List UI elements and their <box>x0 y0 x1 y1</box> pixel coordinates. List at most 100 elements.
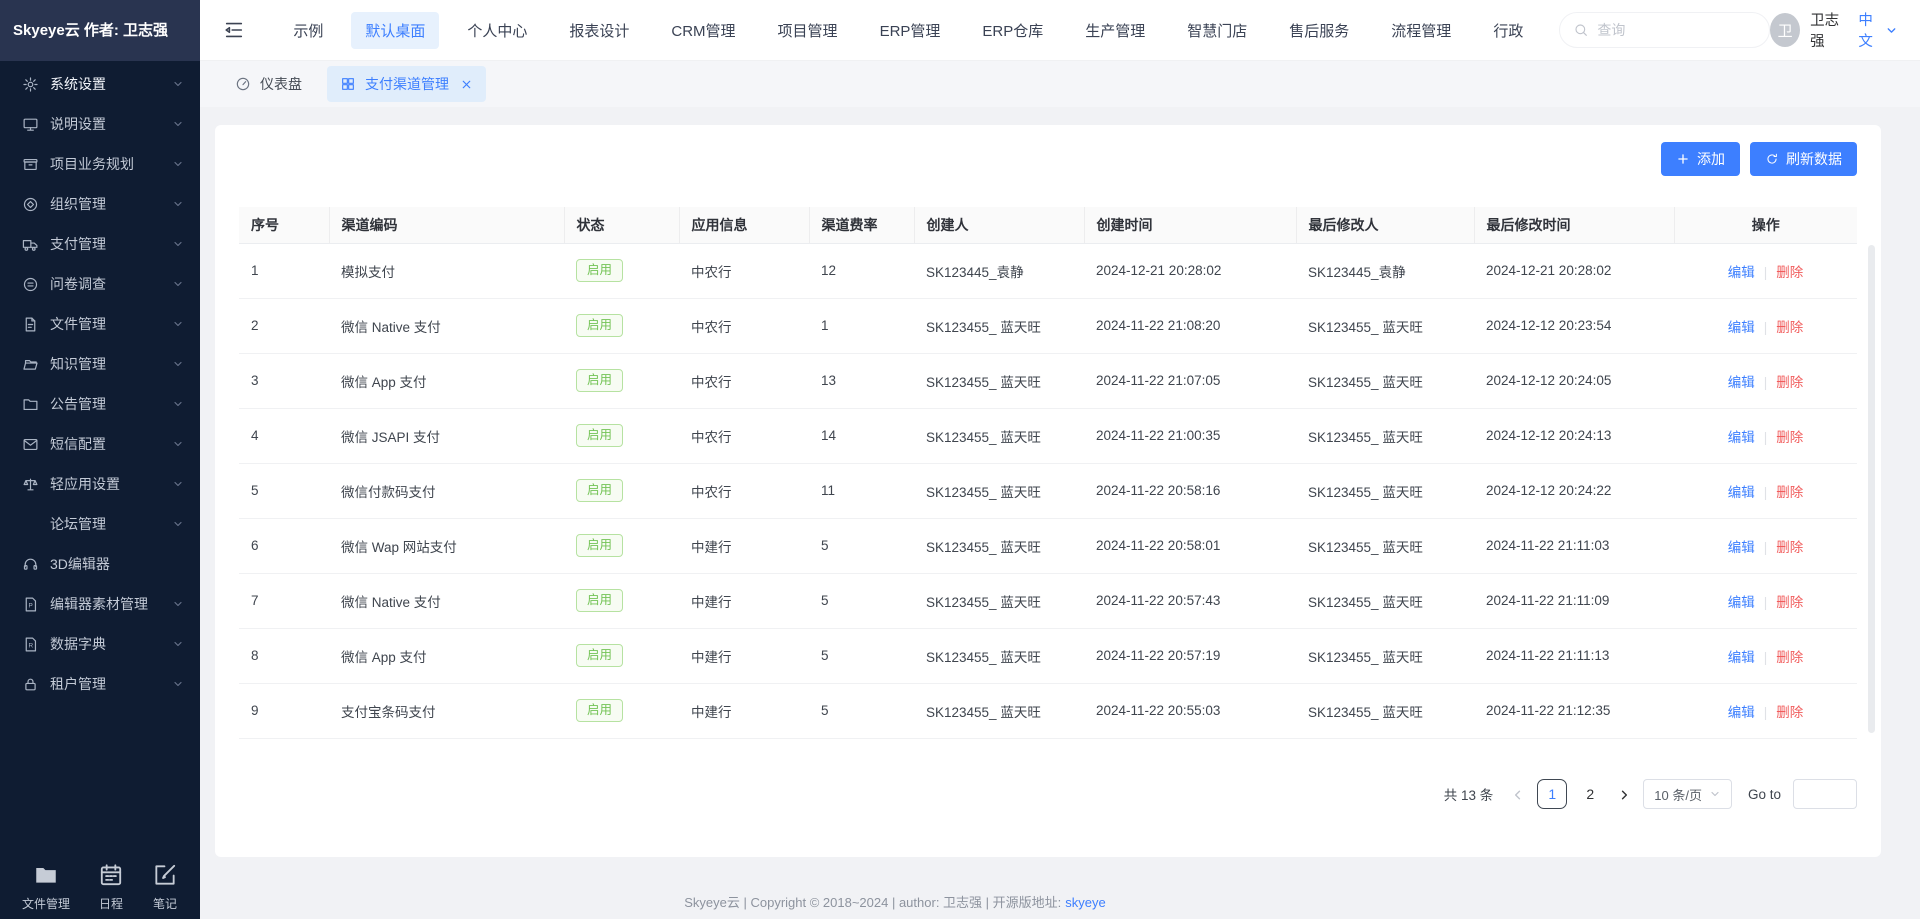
topnav-item[interactable]: 流程管理 <box>1377 12 1465 49</box>
cell-actions: 编辑|删除 <box>1674 518 1857 573</box>
sidebar-item[interactable]: 支付管理 <box>0 224 200 264</box>
cell-app-info: 中农行 <box>679 298 809 353</box>
goto-page-input[interactable] <box>1793 779 1857 809</box>
sidebar-item-label: 系统设置 <box>50 74 161 94</box>
page-size-value: 10 条/页 <box>1654 785 1702 804</box>
refresh-button[interactable]: 刷新数据 <box>1750 142 1857 176</box>
topnav-item[interactable]: 售后服务 <box>1275 12 1363 49</box>
sidebar-item[interactable]: 论坛管理 <box>0 504 200 544</box>
sidebar-item[interactable]: 3D编辑器 <box>0 544 200 584</box>
file-icon <box>22 316 39 333</box>
search-box[interactable] <box>1559 12 1770 48</box>
topnav-item[interactable]: 示例 <box>279 12 337 49</box>
cell-index: 5 <box>239 463 329 518</box>
cell-status: 启用 <box>564 408 679 463</box>
sidebar-shortcut[interactable]: 日程 <box>98 862 124 912</box>
topnav-item[interactable]: 生产管理 <box>1071 12 1159 49</box>
column-header: 序号 <box>239 207 329 243</box>
cell-actions: 编辑|删除 <box>1674 408 1857 463</box>
app-root: Skyeye云 作者: 卫志强 系统设置说明设置项目业务规划组织管理支付管理问卷… <box>0 0 1920 919</box>
sidebar-item[interactable]: 组织管理 <box>0 184 200 224</box>
survey-icon <box>22 276 39 293</box>
delete-link[interactable]: 删除 <box>1776 430 1803 445</box>
delete-link[interactable]: 删除 <box>1776 705 1803 720</box>
column-header: 应用信息 <box>679 207 809 243</box>
sidebar-item[interactable]: 短信配置 <box>0 424 200 464</box>
search-icon <box>1573 22 1589 38</box>
edit-link[interactable]: 编辑 <box>1728 595 1755 610</box>
topnav-item[interactable]: ERP管理 <box>866 12 955 49</box>
cell-channel-code: 模拟支付 <box>329 243 564 298</box>
delete-link[interactable]: 删除 <box>1776 595 1803 610</box>
cell-app-info: 中建行 <box>679 518 809 573</box>
sidebar-item[interactable]: 数据字典 <box>0 624 200 664</box>
cell-actions: 编辑|删除 <box>1674 463 1857 518</box>
edit-link[interactable]: 编辑 <box>1728 375 1755 390</box>
sidebar-item-label: 公告管理 <box>50 394 161 414</box>
sidebar-item[interactable]: 问卷调查 <box>0 264 200 304</box>
cell-created-time: 2024-11-22 20:58:16 <box>1084 463 1296 518</box>
chevron-down-icon <box>172 518 184 530</box>
monitor-icon <box>22 116 39 133</box>
column-header: 渠道编码 <box>329 207 564 243</box>
sidebar-item[interactable]: 文件管理 <box>0 304 200 344</box>
delete-link[interactable]: 删除 <box>1776 650 1803 665</box>
topnav-item[interactable]: 智慧门店 <box>1173 12 1261 49</box>
sidebar-item[interactable]: 公告管理 <box>0 384 200 424</box>
sidebar-item[interactable]: 知识管理 <box>0 344 200 384</box>
sidebar-item[interactable]: 项目业务规划 <box>0 144 200 184</box>
topnav-item[interactable]: CRM管理 <box>657 12 749 49</box>
topnav-item[interactable]: 项目管理 <box>764 12 852 49</box>
footer-link[interactable]: skyeye <box>1065 895 1105 910</box>
table-scrollbar[interactable] <box>1868 245 1875 733</box>
sidebar-item[interactable]: 租户管理 <box>0 664 200 704</box>
edit-link[interactable]: 编辑 <box>1728 265 1755 280</box>
close-icon[interactable] <box>460 78 473 91</box>
page-button[interactable]: 1 <box>1537 779 1567 809</box>
sidebar-menu: 系统设置说明设置项目业务规划组织管理支付管理问卷调查文件管理知识管理公告管理短信… <box>0 61 200 704</box>
edit-link[interactable]: 编辑 <box>1728 705 1755 720</box>
edit-link[interactable]: 编辑 <box>1728 540 1755 555</box>
prev-page-button[interactable] <box>1511 786 1525 801</box>
edit-link[interactable]: 编辑 <box>1728 320 1755 335</box>
sidebar-item[interactable]: 系统设置 <box>0 64 200 104</box>
topnav-item[interactable]: 个人中心 <box>453 12 541 49</box>
sidebar-item[interactable]: 轻应用设置 <box>0 464 200 504</box>
sidebar-shortcut[interactable]: 笔记 <box>152 862 178 912</box>
cell-modifier: SK123455_ 蓝天旺 <box>1296 683 1474 738</box>
edit-link[interactable]: 编辑 <box>1728 650 1755 665</box>
add-button[interactable]: 添加 <box>1661 142 1740 176</box>
edit-link[interactable]: 编辑 <box>1728 430 1755 445</box>
page-button[interactable]: 2 <box>1575 779 1605 809</box>
delete-link[interactable]: 删除 <box>1776 320 1803 335</box>
edit-link[interactable]: 编辑 <box>1728 485 1755 500</box>
topnav-item[interactable]: 行政 <box>1479 12 1537 49</box>
headset-icon <box>22 556 39 573</box>
action-divider: | <box>1764 595 1768 610</box>
language-selector[interactable]: 中文 <box>1858 9 1898 51</box>
sidebar-item-label: 组织管理 <box>50 194 161 214</box>
tabbar: 仪表盘支付渠道管理 <box>200 61 1920 107</box>
status-badge: 启用 <box>576 479 623 502</box>
next-page-button[interactable] <box>1617 786 1631 801</box>
cell-creator: SK123455_ 蓝天旺 <box>914 353 1084 408</box>
cell-rate: 12 <box>809 243 914 298</box>
delete-link[interactable]: 删除 <box>1776 265 1803 280</box>
tab[interactable]: 仪表盘 <box>222 66 315 102</box>
search-input[interactable] <box>1597 22 1756 38</box>
tab[interactable]: 支付渠道管理 <box>327 66 486 102</box>
topnav-item[interactable]: ERP仓库 <box>968 12 1057 49</box>
avatar[interactable]: 卫 <box>1770 13 1800 47</box>
page-size-select[interactable]: 10 条/页 <box>1643 779 1732 809</box>
topnav-item[interactable]: 报表设计 <box>555 12 643 49</box>
delete-link[interactable]: 删除 <box>1776 540 1803 555</box>
action-divider: | <box>1764 705 1768 720</box>
delete-link[interactable]: 删除 <box>1776 375 1803 390</box>
sidebar-item[interactable]: 说明设置 <box>0 104 200 144</box>
collapse-sidebar-button[interactable] <box>222 17 245 43</box>
sidebar-shortcut[interactable]: 文件管理 <box>22 862 70 912</box>
page-list: 12 <box>1537 779 1605 809</box>
topnav-item[interactable]: 默认桌面 <box>351 12 439 49</box>
sidebar-item[interactable]: 编辑器素材管理 <box>0 584 200 624</box>
delete-link[interactable]: 删除 <box>1776 485 1803 500</box>
